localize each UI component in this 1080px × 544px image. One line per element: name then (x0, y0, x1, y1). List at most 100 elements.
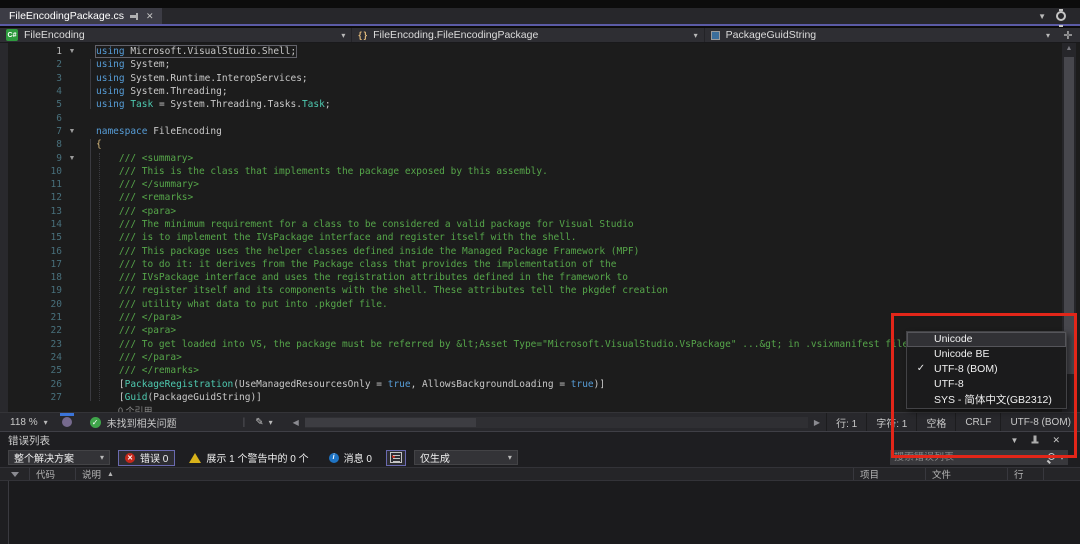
code-line[interactable]: 7 ▼ namespace FileEncoding (0, 125, 1062, 138)
code-line[interactable]: 20 /// utility what data to put into .pk… (0, 298, 1062, 311)
error-list-header-row: 代码 说明 ▲ 项目 文件 行 (0, 467, 1080, 481)
scroll-left-icon[interactable]: ◀ (287, 418, 305, 427)
code-text: /// To get loaded into VS, the package m… (96, 338, 914, 350)
columns-options-button[interactable] (385, 449, 406, 466)
code-line[interactable]: 8{ (0, 138, 1062, 151)
code-line[interactable]: 6 (0, 111, 1062, 124)
line-number: 4 (56, 86, 62, 98)
scroll-up-icon[interactable]: ▲ (1062, 45, 1076, 52)
code-line[interactable]: 15 /// is to implement the IVsPackage in… (0, 231, 1062, 244)
code-line[interactable]: 11 /// </summary> (0, 178, 1062, 191)
char-indicator[interactable]: 字符: 1 (866, 413, 916, 431)
responsiveness-icon[interactable] (61, 417, 72, 427)
code-line[interactable]: 16 /// This package uses the helper clas… (0, 244, 1062, 257)
spaces-indicator[interactable]: 空格 (916, 413, 955, 431)
code-line[interactable]: 10 /// This is the class that implements… (0, 165, 1062, 178)
pin-icon[interactable] (129, 12, 140, 21)
pin-icon[interactable] (1031, 435, 1040, 445)
chevron-down-icon: ▾ (693, 30, 698, 40)
member-dropdown[interactable]: PackageGuidString ▾ (705, 28, 1056, 42)
header-line[interactable]: 行 (1008, 468, 1044, 481)
split-window-icon[interactable]: ✛ (1063, 29, 1072, 42)
code-line[interactable]: 24 /// </para> (0, 351, 1062, 364)
messages-toggle-button[interactable]: i 消息 0 (323, 450, 378, 466)
code-line[interactable]: 27 [Guid(PackageGuidString)] (0, 391, 1062, 404)
search-input[interactable] (894, 452, 1047, 463)
code-line[interactable]: 25 /// </remarks> (0, 364, 1062, 377)
code-line[interactable]: 2 using System; (0, 58, 1062, 71)
window-position-icon[interactable]: ▼ (1011, 436, 1019, 445)
encoding-menu-item[interactable]: Unicode BE (907, 347, 1066, 362)
encoding-menu-item[interactable]: Unicode (907, 332, 1066, 347)
encoding-menu-item[interactable]: UTF-8 (907, 376, 1066, 391)
fold-collapse-icon[interactable]: ▼ (62, 128, 82, 135)
error-list-search[interactable]: ▾ (890, 450, 1068, 465)
code-line[interactable]: 19 /// register itself and its component… (0, 284, 1062, 297)
vs-window: FileEncodingPackage.cs ✕ ▼ C# FileEncodi… (0, 0, 1080, 544)
code-text: using Task = System.Threading.Tasks.Task… (96, 99, 331, 111)
scroll-right-icon[interactable]: ▶ (808, 418, 826, 427)
horizontal-scrollbar[interactable] (304, 416, 808, 428)
build-filter-select[interactable]: 仅生成 ▾ (413, 450, 518, 465)
error-list-toolbar: 整个解决方案 ▾ ✕ 错误 0 展示 1 个警告中的 0 个 i 消息 0 仅生… (0, 448, 1080, 467)
close-icon[interactable]: ✕ (146, 11, 154, 21)
fold-collapse-icon[interactable]: ▼ (62, 48, 82, 55)
class-icon: { } (358, 30, 368, 40)
fold-collapse-icon[interactable]: ▼ (62, 155, 82, 162)
type-dropdown[interactable]: { } FileEncoding.FileEncodingPackage ▾ (352, 28, 705, 42)
search-icon[interactable] (1047, 453, 1056, 462)
code-line[interactable]: 13 /// <para> (0, 205, 1062, 218)
messages-count-label: 消息 0 (343, 454, 372, 465)
error-list-content[interactable] (8, 481, 1080, 544)
close-icon[interactable]: ✕ (1052, 435, 1060, 446)
header-description[interactable]: 说明 ▲ (76, 468, 854, 481)
code-line[interactable]: 22 /// <para> (0, 324, 1062, 337)
document-well-dropdown-icon[interactable]: ▼ (1038, 12, 1046, 21)
code-line[interactable]: 12 /// <remarks> (0, 191, 1062, 204)
header-code[interactable]: 代码 (30, 468, 76, 481)
encoding-menu-item[interactable]: SYS - 简体中文(GB2312) (907, 391, 1066, 408)
code-line[interactable]: 23 /// To get loaded into VS, the packag… (0, 338, 1062, 351)
warnings-toggle-button[interactable]: 展示 1 个警告中的 0 个 (183, 450, 314, 466)
code-cleanup-button[interactable]: ✎ ▾ (255, 417, 272, 428)
line-indicator[interactable]: 行: 1 (826, 413, 866, 431)
code-text: { (96, 139, 102, 151)
eol-indicator[interactable]: CRLF (955, 413, 1000, 431)
scope-filter-select[interactable]: 整个解决方案 ▾ (8, 450, 110, 465)
errors-toggle-button[interactable]: ✕ 错误 0 (118, 449, 176, 466)
editor-status-bar: 118 % ▾ ✓ 未找到相关问题 | ✎ ▾ ◀ ▶ 行: 1 字符: 1 空… (0, 412, 1080, 431)
code-line[interactable]: 3 using System.Runtime.InteropServices; (0, 72, 1062, 85)
horizontal-scrollbar-thumb[interactable] (304, 417, 476, 427)
line-number: 21 (50, 312, 62, 324)
code-line[interactable]: 5 using Task = System.Threading.Tasks.Tas… (0, 98, 1062, 111)
code-cleanup-icon: ✎ (255, 416, 264, 428)
code-line[interactable]: 21 /// </para> (0, 311, 1062, 324)
csharp-project-icon: C# (6, 29, 18, 41)
settings-gear-icon[interactable] (1056, 9, 1066, 27)
encoding-indicator[interactable]: UTF-8 (BOM) (1000, 413, 1080, 431)
code-line[interactable]: 4 using System.Threading; (0, 85, 1062, 98)
chevron-down-icon[interactable]: ▾ (1060, 453, 1064, 462)
header-project[interactable]: 项目 (854, 468, 926, 481)
code-line[interactable]: 14 /// The minimum requirement for a cla… (0, 218, 1062, 231)
code-text: /// </para> (96, 312, 182, 324)
code-line[interactable]: 18 /// IVsPackage interface and uses the… (0, 271, 1062, 284)
tab-file-encoding-package[interactable]: FileEncodingPackage.cs ✕ (0, 8, 162, 24)
checkmark-icon: ✓ (916, 363, 926, 375)
code-line[interactable]: 1 ▼ using Microsoft.VisualStudio.Shell; (0, 45, 1062, 59)
code-health-indicator[interactable]: ✓ 未找到相关问题 (89, 415, 177, 430)
header-file[interactable]: 文件 (926, 468, 1008, 481)
vertical-scrollbar-thumb[interactable] (1064, 57, 1074, 375)
encoding-menu-item[interactable]: ✓ UTF-8 (BOM) (907, 362, 1066, 377)
encoding-menu: Unicode Unicode BE ✓ UTF-8 (BOM) UTF-8 SYS - … (906, 331, 1067, 409)
line-number: 17 (50, 258, 62, 270)
project-dropdown[interactable]: C# FileEncoding ▾ (0, 28, 353, 42)
code-line[interactable]: 17 /// to do it: it derives from the Pac… (0, 258, 1062, 271)
code-line[interactable]: 26 [PackageRegistration(UseManagedResour… (0, 377, 1062, 390)
zoom-level-select[interactable]: 118 % ▾ (0, 417, 54, 428)
header-filter-cell[interactable] (0, 468, 30, 480)
build-filter-value: 仅生成 (419, 454, 450, 465)
code-line[interactable]: 9 ▼ /// <summary> (0, 151, 1062, 164)
line-number: 10 (50, 165, 62, 177)
codelens-references[interactable]: 0 个引用 (0, 404, 1062, 412)
